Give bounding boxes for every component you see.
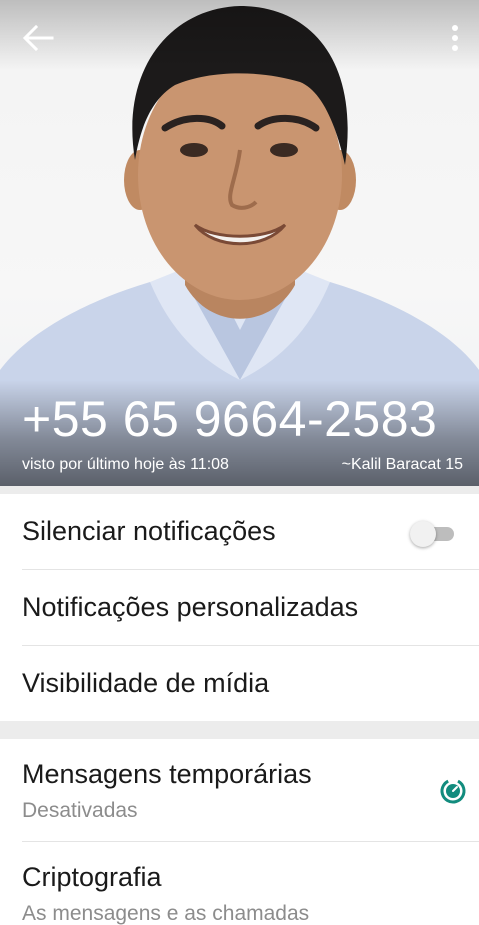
encryption-label: Criptografia [22, 862, 162, 892]
profile-header: +55 65 9664-2583 visto por último hoje à… [0, 0, 479, 486]
contact-phone-number: +55 65 9664-2583 [22, 391, 438, 447]
media-visibility-label: Visibilidade de mídia [22, 668, 270, 698]
custom-notifications-row[interactable]: Notificações personalizadas [0, 570, 479, 645]
disappearing-messages-row[interactable]: Mensagens temporárias Desativadas [0, 739, 479, 841]
last-seen-status: visto por último hoje às 11:08 [22, 456, 229, 473]
back-button[interactable] [18, 20, 58, 56]
encryption-description: As mensagens e as chamadas [22, 902, 310, 925]
mute-notifications-toggle[interactable] [410, 521, 456, 547]
section-divider [0, 486, 479, 494]
encryption-row[interactable]: Criptografia As mensagens e as chamadas [0, 842, 479, 925]
contact-push-name: ~Kalil Baracat 15 [341, 456, 463, 473]
section-divider [0, 721, 479, 739]
custom-notifications-label: Notificações personalizadas [22, 592, 359, 622]
more-vertical-icon [452, 25, 458, 51]
toolbar-scrim [0, 0, 479, 70]
disappearing-messages-label: Mensagens temporárias [22, 759, 312, 789]
menu-button[interactable] [440, 22, 470, 56]
mute-notifications-label: Silenciar notificações [22, 516, 276, 546]
mute-notifications-row[interactable]: Silenciar notificações [0, 494, 479, 569]
media-visibility-row[interactable]: Visibilidade de mídia [0, 646, 479, 721]
timer-icon [440, 778, 466, 804]
disappearing-messages-value: Desativadas [22, 799, 138, 822]
arrow-left-icon [22, 24, 54, 52]
toggle-thumb [410, 521, 436, 547]
